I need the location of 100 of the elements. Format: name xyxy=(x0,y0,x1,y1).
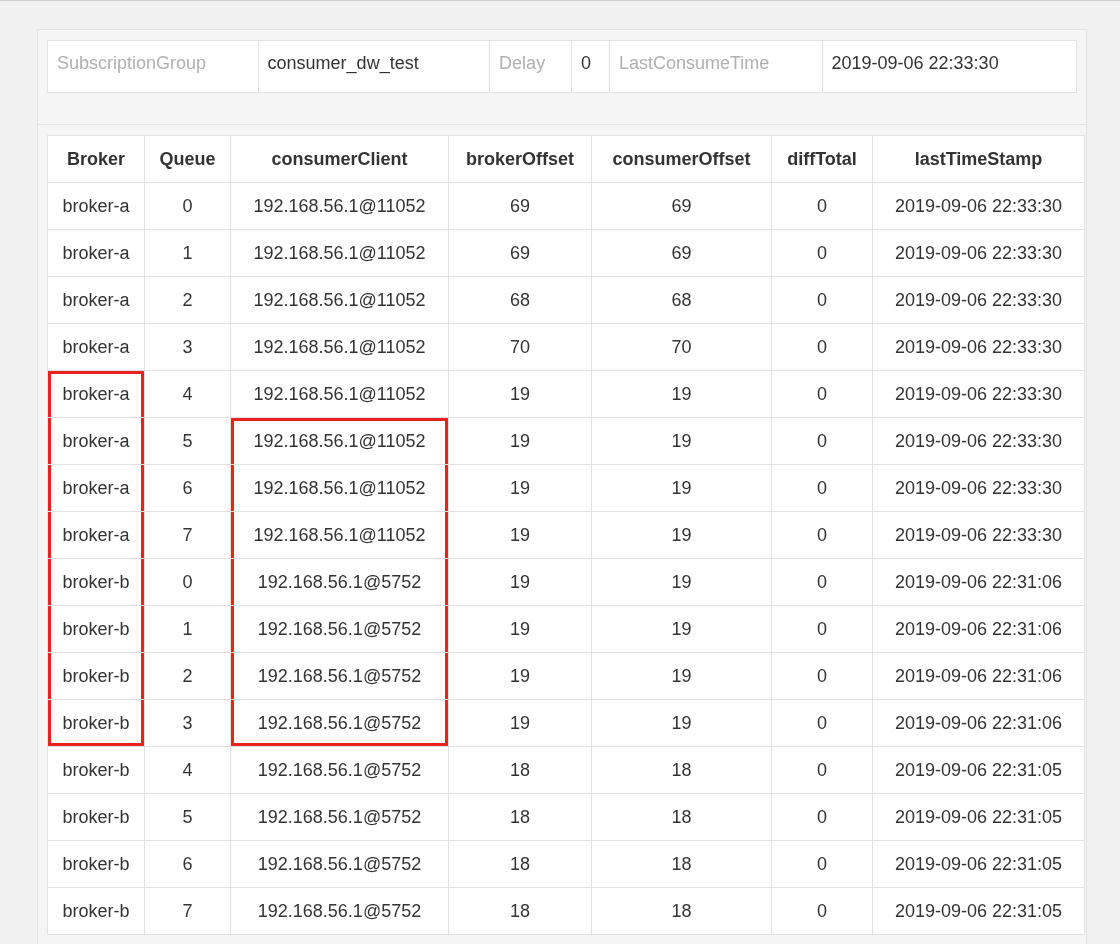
table-cell: 0 xyxy=(144,182,231,230)
table-cell: 19 xyxy=(591,464,772,512)
table-cell: 0 xyxy=(771,793,873,841)
table-cell: 192.168.56.1@11052 xyxy=(230,370,449,418)
table-cell: 2019-09-06 22:31:05 xyxy=(872,793,1085,841)
table-cell: 18 xyxy=(591,840,772,888)
table-cell: broker-b xyxy=(47,793,145,841)
table-cell: 2 xyxy=(144,276,231,324)
table-cell: 19 xyxy=(591,511,772,559)
table-cell: broker-b xyxy=(47,746,145,794)
table-cell: 2 xyxy=(144,652,231,700)
table-cell: 18 xyxy=(448,793,592,841)
table-cell: 192.168.56.1@11052 xyxy=(230,417,449,465)
table-cell: 192.168.56.1@5752 xyxy=(230,558,449,606)
table-cell: 0 xyxy=(771,699,873,747)
table-cell: 18 xyxy=(591,793,772,841)
table-cell: broker-a xyxy=(47,370,145,418)
column-header: Broker xyxy=(47,135,145,183)
table-cell: 2019-09-06 22:33:30 xyxy=(872,464,1085,512)
table-cell: broker-a xyxy=(47,511,145,559)
table-cell: 19 xyxy=(448,605,592,653)
column-header: Queue xyxy=(144,135,231,183)
table-cell: 69 xyxy=(448,182,592,230)
summary-label: Delay xyxy=(490,41,572,92)
table-cell: 2019-09-06 22:33:30 xyxy=(872,511,1085,559)
table-cell: 0 xyxy=(771,652,873,700)
column-header: diffTotal xyxy=(771,135,873,183)
table-cell: 5 xyxy=(144,793,231,841)
summary-label: LastConsumeTime xyxy=(609,41,823,92)
table-cell: 2019-09-06 22:33:30 xyxy=(872,276,1085,324)
table-cell: broker-b xyxy=(47,699,145,747)
table-cell: 18 xyxy=(448,887,592,935)
table-cell: 68 xyxy=(591,276,772,324)
table-cell: 70 xyxy=(591,323,772,371)
table-cell: 192.168.56.1@5752 xyxy=(230,652,449,700)
column-header: lastTimeStamp xyxy=(872,135,1085,183)
column-header: consumerClient xyxy=(230,135,449,183)
table-cell: 192.168.56.1@5752 xyxy=(230,605,449,653)
table-cell: 3 xyxy=(144,323,231,371)
table-cell: 2019-09-06 22:31:05 xyxy=(872,746,1085,794)
table-cell: 6 xyxy=(144,840,231,888)
table-cell: 70 xyxy=(448,323,592,371)
table-cell: 0 xyxy=(771,887,873,935)
table-cell: 192.168.56.1@11052 xyxy=(230,229,449,277)
table-cell: 3 xyxy=(144,699,231,747)
table-cell: 19 xyxy=(448,699,592,747)
table-cell: 0 xyxy=(771,182,873,230)
table-cell: 1 xyxy=(144,229,231,277)
table-cell: 7 xyxy=(144,887,231,935)
table-cell: 0 xyxy=(771,605,873,653)
table-cell: 69 xyxy=(591,229,772,277)
table-cell: 192.168.56.1@11052 xyxy=(230,464,449,512)
summary-value: 0 xyxy=(571,41,610,92)
summary-label: SubscriptionGroup xyxy=(48,41,259,92)
table-cell: 2019-09-06 22:33:30 xyxy=(872,229,1085,277)
table-cell: 19 xyxy=(448,652,592,700)
table-cell: 1 xyxy=(144,605,231,653)
table-cell: broker-a xyxy=(47,182,145,230)
table-cell: 18 xyxy=(448,746,592,794)
table-cell: 0 xyxy=(771,840,873,888)
table-cell: 2019-09-06 22:31:06 xyxy=(872,652,1085,700)
table-cell: 68 xyxy=(448,276,592,324)
table-cell: 4 xyxy=(144,370,231,418)
table-cell: 19 xyxy=(591,417,772,465)
table-cell: broker-b xyxy=(47,558,145,606)
table-cell: 19 xyxy=(591,605,772,653)
table-cell: 2019-09-06 22:31:06 xyxy=(872,605,1085,653)
table-cell: 192.168.56.1@5752 xyxy=(230,793,449,841)
table-cell: broker-b xyxy=(47,652,145,700)
table-cell: 0 xyxy=(771,370,873,418)
table-cell: 7 xyxy=(144,511,231,559)
table-cell: broker-a xyxy=(47,323,145,371)
table-cell: 2019-09-06 22:33:30 xyxy=(872,417,1085,465)
table-cell: 19 xyxy=(448,464,592,512)
table-cell: broker-a xyxy=(47,229,145,277)
table-cell: broker-a xyxy=(47,417,145,465)
table-cell: 19 xyxy=(591,699,772,747)
table-cell: 192.168.56.1@5752 xyxy=(230,887,449,935)
table-cell: 0 xyxy=(771,511,873,559)
table-cell: 192.168.56.1@5752 xyxy=(230,746,449,794)
table-cell: 0 xyxy=(771,323,873,371)
table-cell: 19 xyxy=(448,511,592,559)
table-cell: 192.168.56.1@11052 xyxy=(230,323,449,371)
table-cell: 5 xyxy=(144,417,231,465)
summary-value: consumer_dw_test xyxy=(258,41,491,92)
table-cell: 4 xyxy=(144,746,231,794)
table-cell: 192.168.56.1@11052 xyxy=(230,511,449,559)
table-cell: 69 xyxy=(591,182,772,230)
table-cell: 19 xyxy=(448,558,592,606)
table-cell: 0 xyxy=(771,229,873,277)
table-cell: 2019-09-06 22:31:05 xyxy=(872,887,1085,935)
table-cell: broker-a xyxy=(47,276,145,324)
table-cell: 0 xyxy=(771,558,873,606)
summary-value: 2019-09-06 22:33:30 xyxy=(830,52,1000,75)
table-cell: 19 xyxy=(448,370,592,418)
table-cell: 2019-09-06 22:31:05 xyxy=(872,840,1085,888)
table-cell: 0 xyxy=(771,746,873,794)
table-cell: 2019-09-06 22:33:30 xyxy=(872,370,1085,418)
table-cell: 2019-09-06 22:33:30 xyxy=(872,182,1085,230)
table-cell: 18 xyxy=(448,840,592,888)
